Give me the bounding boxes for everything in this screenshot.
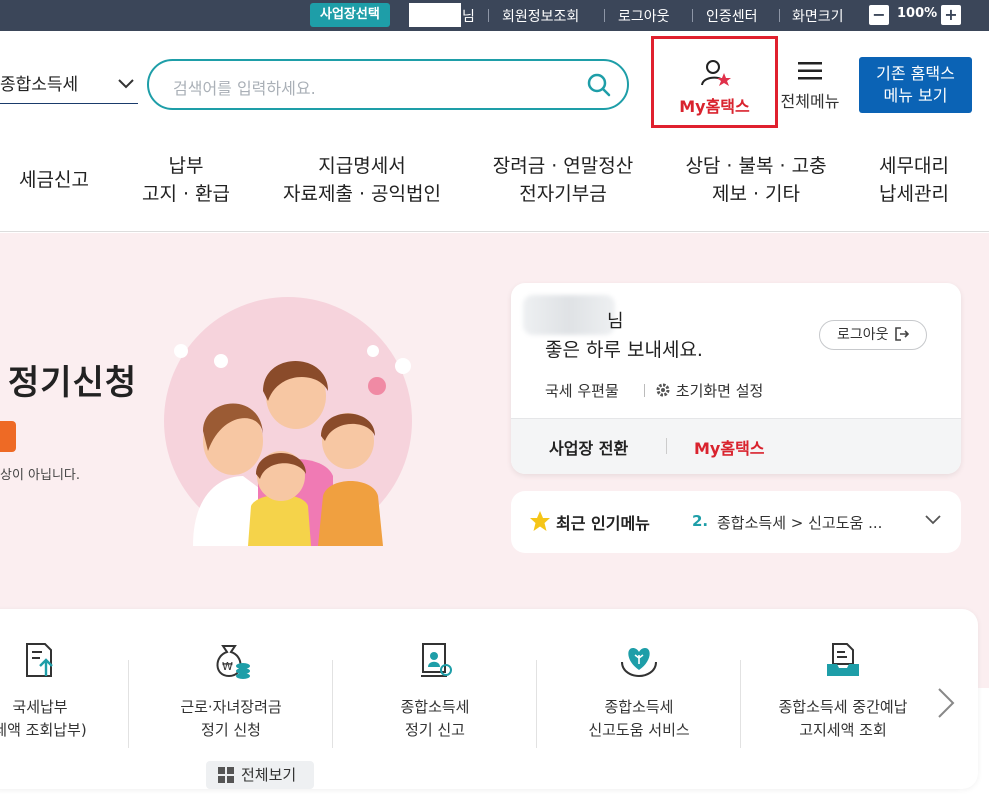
banner-note: 상이 아닙니다. <box>0 468 81 483</box>
gnb-statement[interactable]: 지급명세서 자료제출 · 공익법인 <box>276 152 448 208</box>
chevron-down-icon <box>118 79 134 89</box>
gnb-consult[interactable]: 상담 · 불복 · 고충 제보 · 기타 <box>680 152 832 208</box>
divider <box>536 660 537 748</box>
quick-item-filing-help[interactable]: 종합소득세 신고도움 서비스 <box>539 640 739 742</box>
gnb-label: 세금신고 <box>19 169 89 191</box>
all-menu-button[interactable]: 전체메뉴 <box>778 60 842 112</box>
gnb-tax-agent[interactable]: 세무대리 납세관리 <box>874 152 954 208</box>
popular-menu-rank: 2. <box>692 512 709 530</box>
gnb-label: 납세관리 <box>879 183 949 205</box>
popular-menu-title: 최근 인기메뉴 <box>556 514 650 533</box>
user-name-masked <box>523 295 615 335</box>
divider <box>779 9 780 22</box>
quick-item-label: 종합소득세 신고도움 서비스 <box>588 698 690 739</box>
gnb-label: 자료제출 · 공익법인 <box>283 183 441 205</box>
member-info-link[interactable]: 회원정보조회 <box>502 6 579 26</box>
family-illustration <box>164 297 412 546</box>
quick-item-income-tax-filing[interactable]: 종합소득세 정기 신고 <box>335 640 535 742</box>
divider <box>740 660 741 748</box>
cert-center-link[interactable]: 인증센터 <box>706 6 758 26</box>
switch-business-link[interactable]: 사업장 전환 <box>549 435 628 459</box>
svg-text:₩: ₩ <box>222 660 233 673</box>
quick-item-label: 종합소득세 중간예납 고지세액 조회 <box>778 698 908 739</box>
view-all-label: 전체보기 <box>241 766 297 784</box>
logout-icon <box>895 327 910 341</box>
user-name-suffix: 님 <box>462 9 475 25</box>
home-setting-link[interactable]: 초기화면 설정 <box>655 380 763 401</box>
divider <box>604 9 605 22</box>
gnb-label: 장려금 · 연말정산 <box>492 155 634 177</box>
search-box[interactable]: 검색어를 입력하세요. <box>147 59 629 110</box>
tax-type-select[interactable]: 종합소득세 <box>0 66 138 104</box>
gnb-label: 제보 · 기타 <box>711 183 801 205</box>
main-navigation: 세금신고 납부 고지 · 환급 지급명세서 자료제출 · 공익법인 장려금 · … <box>0 138 989 232</box>
gnb-label: 상담 · 불복 · 고충 <box>685 155 827 177</box>
quick-item-label: 종합소득세 정기 신고 <box>400 698 470 739</box>
legacy-menu-button[interactable]: 기존 홈택스 메뉴 보기 <box>859 57 972 113</box>
quick-item-national-tax-payment[interactable]: 국세납부 세액 조회납부) <box>0 640 140 742</box>
card-my-hometax-link[interactable]: My홈택스 <box>694 435 765 459</box>
grid-icon <box>218 767 234 783</box>
chevron-right-icon[interactable] <box>935 687 957 719</box>
quick-item-label: 근로·자녀장려금 정기 신청 <box>180 698 282 739</box>
my-hometax-button[interactable]: My홈택스 <box>651 36 778 128</box>
popular-menu-path[interactable]: 종합소득세 > 신고도움 ... <box>717 512 882 533</box>
my-hometax-label: My홈택스 <box>679 97 750 116</box>
document-tray-icon <box>827 643 859 676</box>
greeting-text: 좋은 하루 보내세요. <box>545 339 703 361</box>
card-logout-button[interactable]: 로그아웃 <box>819 320 927 350</box>
search-icon[interactable] <box>587 73 611 97</box>
user-name-suffix: 님 <box>607 311 624 332</box>
gnb-label: 세무대리 <box>879 155 949 177</box>
card-logout-label: 로그아웃 <box>837 327 889 343</box>
gnb-payment[interactable]: 납부 고지 · 환급 <box>126 152 246 208</box>
divider <box>488 9 489 22</box>
screen-size-label: 화면크기 <box>792 9 844 25</box>
divider <box>666 438 667 454</box>
gnb-label: 고지 · 환급 <box>141 183 231 205</box>
zoom-in-button[interactable]: + <box>941 5 961 25</box>
money-bag-icon: ₩ <box>216 645 250 679</box>
legacy-menu-label-2: 메뉴 보기 <box>883 86 948 105</box>
user-star-icon <box>701 60 731 86</box>
user-name-masked <box>409 3 461 27</box>
chevron-down-icon[interactable] <box>925 515 941 525</box>
gnb-label: 지급명세서 <box>318 155 406 177</box>
view-all-button[interactable]: 전체보기 <box>206 761 314 789</box>
gnb-label: 전자기부금 <box>519 183 607 205</box>
tax-form-icon <box>421 643 452 677</box>
user-card-footer: 사업장 전환 My홈택스 <box>511 418 961 474</box>
gnb-tax-filing[interactable]: 세금신고 <box>19 166 89 194</box>
gnb-incentive[interactable]: 장려금 · 연말정산 전자기부금 <box>486 152 640 208</box>
quick-item-interim-prepayment[interactable]: 종합소득세 중간예납 고지세액 조회 <box>743 640 943 742</box>
top-utility-bar: 사업장선택 님 회원정보조회 로그아웃 인증센터 화면크기 − 100% + <box>0 0 989 31</box>
quick-item-incentive[interactable]: ₩ 근로·자녀장려금 정기 신청 <box>131 640 331 742</box>
zoom-out-button[interactable]: − <box>869 5 889 25</box>
legacy-menu-label-1: 기존 홈택스 <box>876 64 955 83</box>
search-input[interactable]: 검색어를 입력하세요. <box>173 75 316 99</box>
divider <box>128 660 129 748</box>
star-icon <box>530 511 550 531</box>
logout-link[interactable]: 로그아웃 <box>618 6 670 26</box>
user-card: 님 좋은 하루 보내세요. 로그아웃 국세 우편물 초기화면 설정 사업장 전환… <box>511 283 961 474</box>
divider <box>332 660 333 748</box>
all-menu-label: 전체메뉴 <box>780 92 840 111</box>
tax-type-select-value: 종합소득세 <box>0 75 79 95</box>
tax-document-icon <box>26 643 53 677</box>
quick-item-label: 국세납부 세액 조회납부) <box>0 698 87 739</box>
popular-menu[interactable]: 최근 인기메뉴 2. 종합소득세 > 신고도움 ... <box>511 491 961 553</box>
divider <box>644 384 645 397</box>
banner-cta-button[interactable] <box>0 421 16 452</box>
gnb-label: 납부 <box>168 155 204 177</box>
business-select-button[interactable]: 사업장선택 <box>310 3 390 27</box>
divider <box>692 9 693 22</box>
tax-mail-link[interactable]: 국세 우편물 <box>545 380 619 401</box>
gear-icon <box>656 383 670 397</box>
zoom-level: 100% <box>897 6 938 21</box>
banner-title: 정기신청 <box>8 363 138 403</box>
home-setting-label: 초기화면 설정 <box>675 382 764 400</box>
heart-hands-icon <box>621 648 657 678</box>
hamburger-icon <box>798 62 822 80</box>
